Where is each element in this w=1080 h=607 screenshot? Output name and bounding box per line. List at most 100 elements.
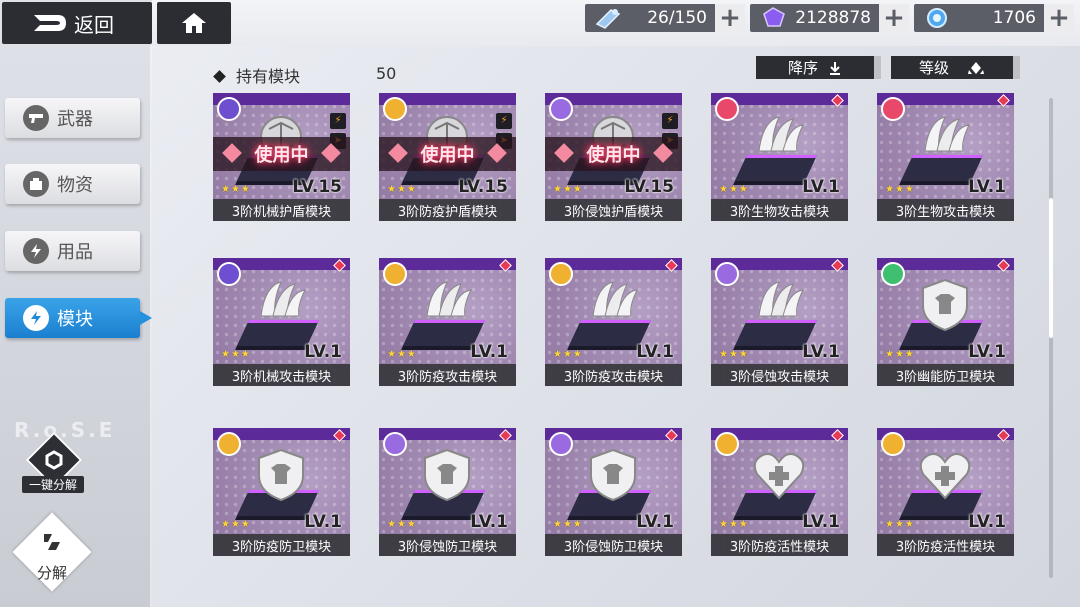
- module-name: 3阶防疫活性模块: [895, 539, 996, 555]
- module-name-bar: 3阶侵蚀防卫模块: [379, 534, 516, 556]
- module-card[interactable]: ★★★ LV.1 3阶侵蚀防卫模块: [379, 428, 516, 556]
- scrollbar-track[interactable]: [1049, 98, 1053, 578]
- module-name-bar: 3阶防疫护盾模块: [379, 199, 516, 221]
- defense-icon: [583, 446, 643, 504]
- module-card[interactable]: ★★★ LV.1 3阶侵蚀防卫模块: [545, 428, 682, 556]
- module-card[interactable]: ★★★ LV.1 3阶生物攻击模块: [877, 93, 1014, 221]
- module-name: 3阶生物攻击模块: [729, 204, 830, 220]
- owned-modules-heading: 持有模块: [213, 63, 301, 87]
- scrollbar-thumb[interactable]: [1049, 198, 1053, 338]
- element-icon: [217, 432, 241, 456]
- module-name-bar: 3阶机械攻击模块: [213, 364, 350, 386]
- attack-icon: [749, 276, 809, 334]
- element-icon: [383, 262, 407, 286]
- module-card[interactable]: ⚡➤使用中★★★LV.153阶侵蚀护盾模块: [545, 93, 682, 221]
- rank-icon: [968, 61, 984, 74]
- vitality-icon: [749, 446, 809, 504]
- module-name: 3阶机械攻击模块: [231, 369, 332, 385]
- back-button[interactable]: 返回: [2, 2, 152, 44]
- sidebar-item-label: 用品: [57, 242, 93, 263]
- module-name-bar: 3阶侵蚀护盾模块: [545, 199, 682, 221]
- module-name-bar: 3阶侵蚀攻击模块: [711, 364, 848, 386]
- module-card[interactable]: ⚡➤使用中★★★LV.153阶机械护盾模块: [213, 93, 350, 221]
- star-rating-icon: ★★★: [553, 184, 583, 195]
- stamina-icon: [593, 6, 623, 30]
- crystal-value: 2128878: [795, 8, 871, 28]
- star-rating-icon: ★★★: [885, 349, 915, 360]
- sidebar-item-supplies[interactable]: 物资: [5, 164, 140, 204]
- module-name: 3阶防疫攻击模块: [397, 369, 498, 385]
- star-rating-icon: ★★★: [553, 519, 583, 530]
- sort-order-label: 降序: [787, 59, 818, 77]
- module-name-bar: 3阶防疫活性模块: [877, 534, 1014, 556]
- decompose-button[interactable]: 分解: [12, 512, 92, 592]
- split-icon: [44, 534, 60, 550]
- module-name-bar: 3阶机械护盾模块: [213, 199, 350, 221]
- sort-order-edge: [874, 56, 881, 79]
- add-orb-button[interactable]: +: [1044, 4, 1074, 32]
- owned-modules-count: 50: [376, 64, 397, 83]
- attack-icon: [251, 276, 311, 334]
- module-name-bar: 3阶生物攻击模块: [711, 199, 848, 221]
- element-icon: [383, 97, 407, 121]
- defense-icon: [251, 446, 311, 504]
- module-name: 3阶侵蚀护盾模块: [563, 204, 664, 220]
- module-card[interactable]: ★★★ LV.1 3阶防疫攻击模块: [545, 258, 682, 386]
- module-level: LV.1: [802, 342, 840, 362]
- one-click-decompose-button[interactable]: 一键分解: [22, 431, 84, 500]
- module-name-bar: 3阶侵蚀防卫模块: [545, 534, 682, 556]
- orb-icon: [922, 6, 952, 30]
- element-icon: [549, 432, 573, 456]
- module-name: 3阶幽能防卫模块: [895, 369, 996, 385]
- element-icon: [881, 97, 905, 121]
- module-level: LV.1: [304, 512, 342, 532]
- add-crystal-button[interactable]: +: [879, 4, 909, 32]
- home-button[interactable]: [157, 2, 231, 44]
- in-use-label: 使用中: [586, 145, 641, 166]
- crystal-counter: 2128878 +: [750, 4, 909, 32]
- home-icon: [182, 13, 206, 33]
- module-card[interactable]: ★★★ LV.1 3阶侵蚀攻击模块: [711, 258, 848, 386]
- module-level: LV.1: [802, 512, 840, 532]
- module-level: LV.1: [968, 177, 1006, 197]
- module-card[interactable]: ★★★ LV.1 3阶防疫攻击模块: [379, 258, 516, 386]
- module-name: 3阶机械护盾模块: [231, 204, 332, 220]
- module-card[interactable]: ★★★ LV.1 3阶防疫活性模块: [711, 428, 848, 556]
- module-card[interactable]: ★★★ LV.1 3阶防疫防卫模块: [213, 428, 350, 556]
- attack-icon: [583, 276, 643, 334]
- sort-field-button[interactable]: 等级: [891, 56, 1020, 79]
- sidebar-item-items[interactable]: 用品: [5, 231, 140, 271]
- vitality-icon: [915, 446, 975, 504]
- module-card[interactable]: ★★★ LV.1 3阶幽能防卫模块: [877, 258, 1014, 386]
- add-stamina-button[interactable]: +: [715, 4, 745, 32]
- module-name-bar: 3阶防疫活性模块: [711, 534, 848, 556]
- star-rating-icon: ★★★: [719, 349, 749, 360]
- sort-order-button[interactable]: 降序: [756, 56, 881, 79]
- gun-icon: [23, 105, 49, 131]
- star-rating-icon: ★★★: [221, 184, 251, 195]
- rose-watermark: R.o.S.E: [14, 418, 116, 442]
- module-name-bar: 3阶幽能防卫模块: [877, 364, 1014, 386]
- module-card[interactable]: ★★★ LV.1 3阶防疫活性模块: [877, 428, 1014, 556]
- module-name: 3阶侵蚀防卫模块: [563, 539, 664, 555]
- owned-modules-title: 持有模块: [236, 67, 301, 86]
- star-rating-icon: ★★★: [885, 519, 915, 530]
- module-level: LV.1: [470, 512, 508, 532]
- sidebar-item-label: 武器: [57, 109, 93, 130]
- module-card[interactable]: ★★★ LV.1 3阶生物攻击模块: [711, 93, 848, 221]
- defense-icon: [915, 276, 975, 334]
- attack-icon: [915, 111, 975, 169]
- orb-value: 1706: [992, 8, 1036, 28]
- module-card[interactable]: ★★★ LV.1 3阶机械攻击模块: [213, 258, 350, 386]
- module-card[interactable]: ⚡➤使用中★★★LV.153阶防疫护盾模块: [379, 93, 516, 221]
- module-name: 3阶侵蚀攻击模块: [729, 369, 830, 385]
- in-use-badge: 使用中: [213, 137, 350, 171]
- sidebar-item-weapons[interactable]: 武器: [5, 98, 140, 138]
- sort-field-edge: [1013, 56, 1020, 79]
- bolt-icon: ⚡: [662, 113, 678, 129]
- bolt-icon: [23, 238, 49, 264]
- sidebar-item-modules[interactable]: 模块: [5, 298, 152, 338]
- back-logo-icon: [32, 13, 68, 33]
- element-icon: [217, 97, 241, 121]
- module-name: 3阶防疫护盾模块: [397, 204, 498, 220]
